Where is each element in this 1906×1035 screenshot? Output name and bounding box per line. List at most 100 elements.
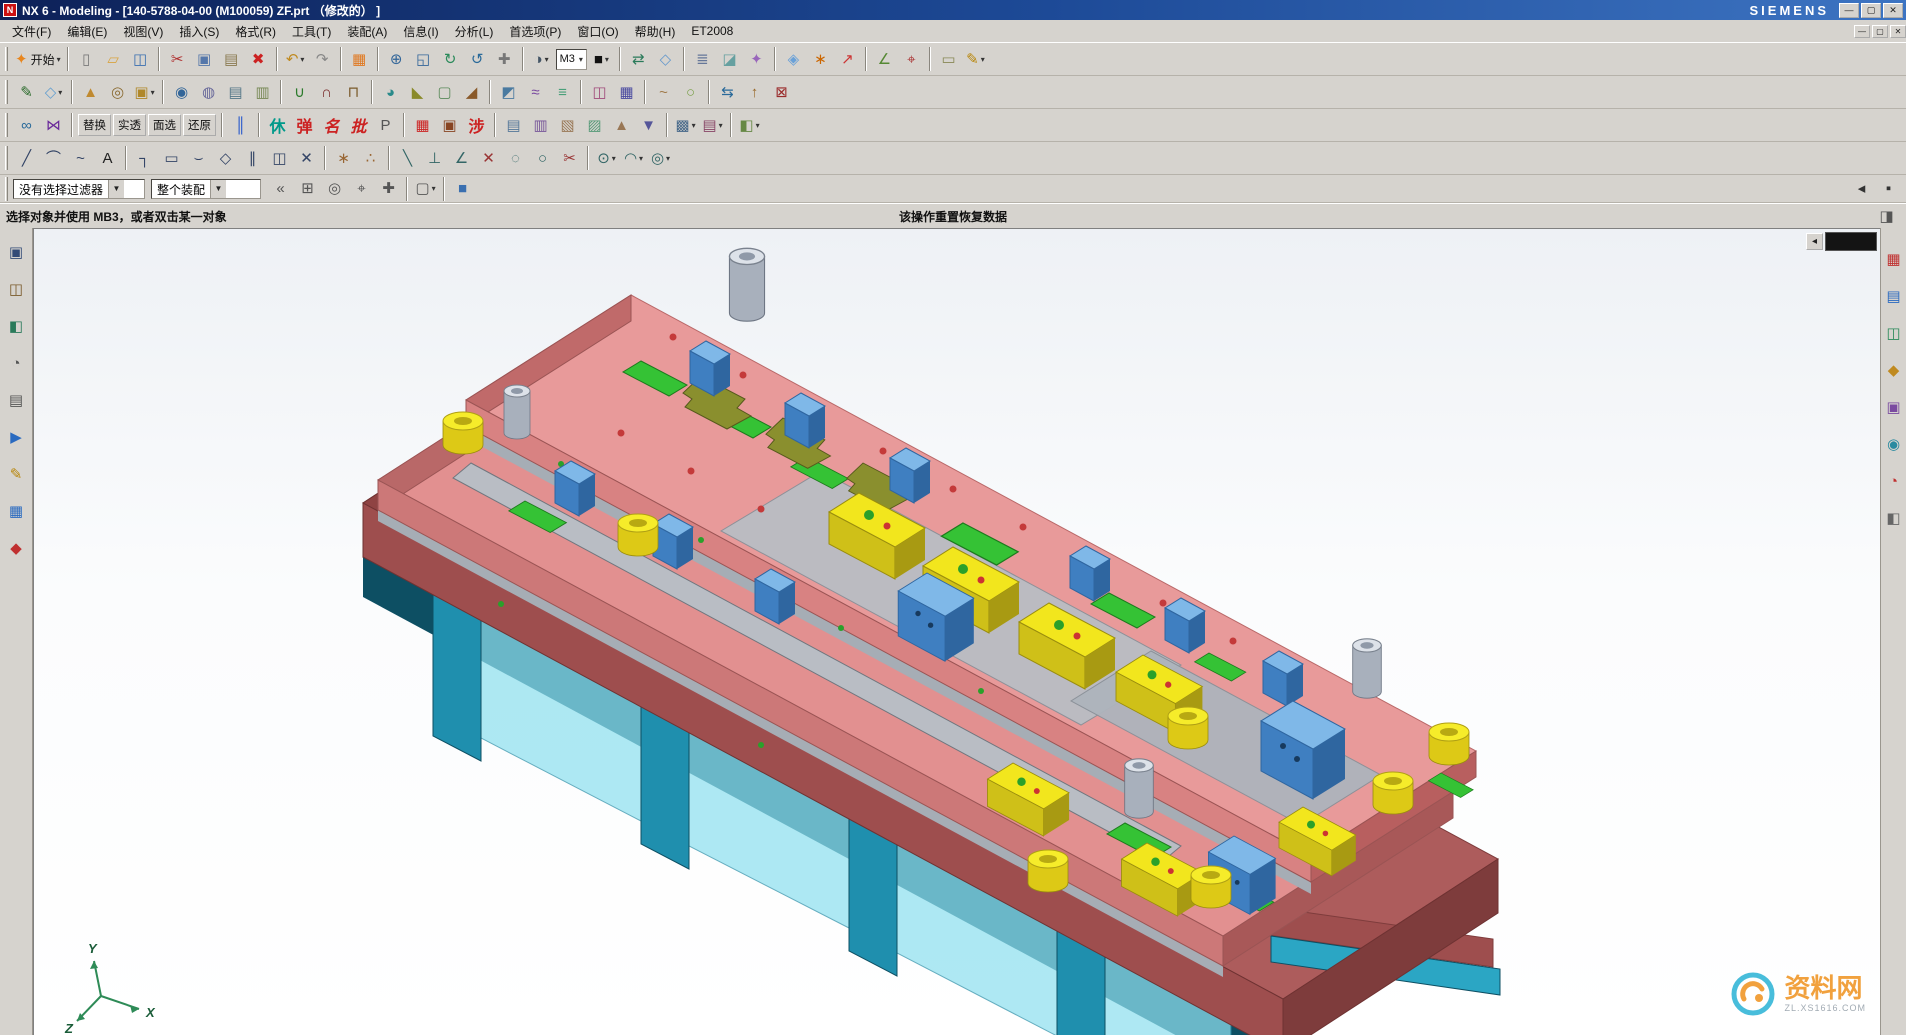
- point-set-button[interactable]: ∴: [358, 146, 383, 171]
- toolbar-grip[interactable]: [5, 177, 8, 201]
- shell-button[interactable]: ▢: [432, 80, 457, 105]
- shaded-view-button[interactable]: ◑▾: [529, 47, 554, 72]
- export-tool-1-button[interactable]: ▤: [501, 113, 526, 138]
- menu-information[interactable]: 信息(I): [395, 21, 446, 42]
- chamfer-button[interactable]: ◣: [405, 80, 430, 105]
- left-tool-flag-button[interactable]: ◆: [4, 536, 28, 560]
- docked-panel-handle[interactable]: [1825, 232, 1877, 251]
- pause-macro-button[interactable]: 休: [265, 113, 290, 138]
- object-color-dropdown[interactable]: ■▾: [589, 47, 614, 72]
- mirror-feature-button[interactable]: ◫: [587, 80, 612, 105]
- trim-body-button[interactable]: ◩: [496, 80, 521, 105]
- block-button[interactable]: ▣▾: [132, 80, 157, 105]
- chevron-down-icon[interactable]: ▼: [108, 180, 124, 198]
- pattern-button[interactable]: ◇: [653, 47, 678, 72]
- sweep-button[interactable]: ~: [651, 80, 676, 105]
- circle-dropdown[interactable]: ⊙▾: [594, 146, 619, 171]
- interference-check-button[interactable]: 涉: [464, 113, 489, 138]
- dropdown-arrow-icon[interactable]: ▾: [57, 55, 61, 64]
- left-tool-clock-button[interactable]: ◔: [4, 351, 28, 375]
- copy-button[interactable]: ▣: [192, 47, 217, 72]
- menu-preferences[interactable]: 首选项(P): [501, 21, 569, 42]
- sew-button[interactable]: ≈: [523, 80, 548, 105]
- reuse-library-button[interactable]: ◆: [1883, 359, 1905, 381]
- polygon-button[interactable]: ◇: [213, 146, 238, 171]
- intersect-button[interactable]: ⊓: [341, 80, 366, 105]
- revolve-button[interactable]: ◎: [105, 80, 130, 105]
- wcs-triad[interactable]: Y X Z: [64, 941, 156, 1035]
- toolbar-grip[interactable]: [5, 80, 8, 104]
- dropdown-arrow-icon[interactable]: ▾: [151, 88, 155, 97]
- datum-plane-button[interactable]: ◈: [781, 47, 806, 72]
- child-close-button[interactable]: ✕: [1890, 25, 1906, 38]
- dropdown-arrow-icon[interactable]: ▾: [719, 121, 723, 130]
- left-tool-grid-button[interactable]: ▦: [4, 499, 28, 523]
- snap-point-button[interactable]: ⌖: [899, 47, 924, 72]
- start-app-button[interactable]: ✦开始▾: [14, 47, 62, 72]
- undo-button[interactable]: ↶▾: [283, 47, 308, 72]
- arc-method-dropdown[interactable]: ◠▾: [621, 146, 646, 171]
- toolbar-grip[interactable]: [5, 47, 8, 71]
- left-tool-select-button[interactable]: ▶: [4, 425, 28, 449]
- face-select-button[interactable]: 面选: [148, 114, 181, 136]
- zoom-button[interactable]: ⊕: [384, 47, 409, 72]
- selection-filter-dropdown[interactable]: 没有选择过滤器 ▼: [13, 179, 145, 199]
- line-button[interactable]: ╱: [14, 146, 39, 171]
- left-tool-window-button[interactable]: ▣: [4, 240, 28, 264]
- wave-geometry-linker-button[interactable]: ∞: [14, 113, 39, 138]
- mirror-curve-button[interactable]: ◫: [267, 146, 292, 171]
- circle2-dropdown[interactable]: ◎▾: [648, 146, 673, 171]
- bars-tool-button[interactable]: ║: [228, 113, 253, 138]
- pr-tool-button[interactable]: P: [373, 113, 398, 138]
- snap-midpoint-toggle[interactable]: ✚: [376, 176, 401, 201]
- replace-display-button[interactable]: 替换: [78, 114, 111, 136]
- selection-rect-dropdown[interactable]: ▢▾: [413, 176, 438, 201]
- export-tool-4-button[interactable]: ▨: [582, 113, 607, 138]
- interpart-link-button[interactable]: ⋈: [41, 113, 66, 138]
- view-m3-dropdown[interactable]: M3▾: [556, 49, 587, 70]
- dashed-circle-button[interactable]: ◌: [503, 146, 528, 171]
- child-restore-button[interactable]: ▢: [1872, 25, 1888, 38]
- part-navigator-button[interactable]: ◫: [1883, 322, 1905, 344]
- menu-view[interactable]: 视图(V): [115, 21, 171, 42]
- save-button[interactable]: ◫: [128, 47, 153, 72]
- pad-button[interactable]: ▥: [250, 80, 275, 105]
- minimize-button[interactable]: —: [1839, 3, 1859, 18]
- open-file-button[interactable]: ▱: [101, 47, 126, 72]
- status-dock-button[interactable]: ◨: [1874, 204, 1899, 229]
- child-minimize-button[interactable]: —: [1854, 25, 1870, 38]
- export-tool-3-button[interactable]: ▧: [555, 113, 580, 138]
- dropdown-arrow-icon[interactable]: ▾: [756, 121, 760, 130]
- dropdown-arrow-icon[interactable]: ▾: [666, 154, 670, 163]
- angle-button[interactable]: ∠: [449, 146, 474, 171]
- ellipse-button[interactable]: ○: [530, 146, 555, 171]
- extrude-button[interactable]: ▲: [78, 80, 103, 105]
- menu-et2008[interactable]: ET2008: [683, 22, 741, 40]
- selection-scope-dropdown[interactable]: 整个装配 ▼: [151, 179, 261, 199]
- measure-distance-button[interactable]: ∠: [872, 47, 897, 72]
- toolbar-grip[interactable]: [5, 113, 8, 137]
- batch-macro-button[interactable]: 批: [346, 113, 371, 138]
- offset-face-button[interactable]: ↑: [742, 80, 767, 105]
- maximize-button[interactable]: ▢: [1861, 3, 1881, 18]
- constraint-navigator-button[interactable]: ▤: [1883, 285, 1905, 307]
- pan-view-button[interactable]: ✚: [492, 47, 517, 72]
- cross-button[interactable]: ✕: [476, 146, 501, 171]
- fillet-button[interactable]: ⌣: [186, 146, 211, 171]
- repeat-command-button[interactable]: ▦: [347, 47, 372, 72]
- menu-assemblies[interactable]: 装配(A): [339, 21, 395, 42]
- left-tool-view-button[interactable]: ◧: [4, 314, 28, 338]
- sketch-button[interactable]: ✎: [14, 80, 39, 105]
- delete-face-button[interactable]: ⊠: [769, 80, 794, 105]
- fit-view-button[interactable]: ◱: [411, 47, 436, 72]
- boss-button[interactable]: ◍: [196, 80, 221, 105]
- viewport-collapse-button[interactable]: ◂: [1806, 233, 1823, 250]
- vector-button[interactable]: ↗: [835, 47, 860, 72]
- left-tool-layout-button[interactable]: ◫: [4, 277, 28, 301]
- delete-button[interactable]: ✖: [246, 47, 271, 72]
- select-scope-button[interactable]: ⊞: [295, 176, 320, 201]
- export-tool-2-button[interactable]: ▥: [528, 113, 553, 138]
- section-view-button[interactable]: ◪: [717, 47, 742, 72]
- history-button[interactable]: ◔: [1883, 470, 1905, 492]
- subtract-button[interactable]: ∩: [314, 80, 339, 105]
